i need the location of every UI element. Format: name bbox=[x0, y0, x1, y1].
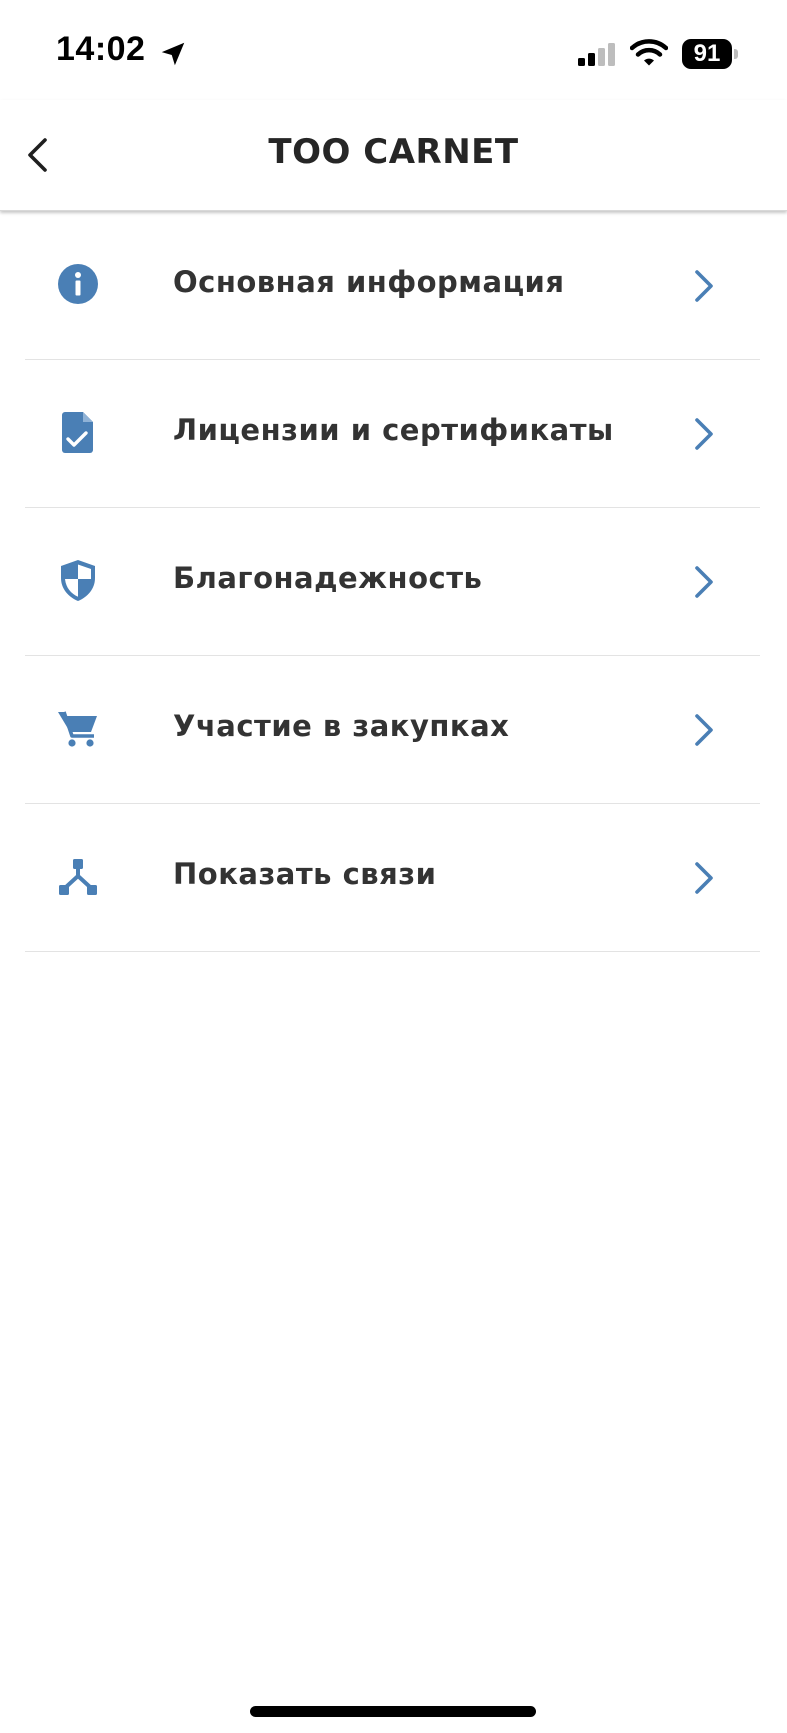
page-title: ТОО CARNET bbox=[268, 132, 519, 172]
shield-icon bbox=[61, 560, 95, 601]
menu-list: Основная информация Лицензии и сертифика… bbox=[0, 212, 787, 952]
home-indicator[interactable] bbox=[250, 1706, 536, 1717]
chevron-right-icon bbox=[695, 270, 713, 302]
chevron-right-icon bbox=[695, 418, 713, 450]
chevron-right-icon bbox=[695, 862, 713, 894]
menu-item-reliability[interactable]: Благонадежность bbox=[0, 508, 787, 656]
wifi-icon bbox=[630, 39, 668, 66]
menu-item-licenses[interactable]: Лицензии и сертификаты bbox=[0, 360, 787, 508]
menu-item-label: Показать связи bbox=[173, 857, 437, 891]
menu-item-label: Благонадежность bbox=[173, 561, 483, 595]
menu-item-procurement[interactable]: Участие в закупках bbox=[0, 656, 787, 804]
status-bar: 14:02 91 bbox=[0, 0, 787, 100]
cart-icon bbox=[58, 711, 97, 747]
chevron-right-icon bbox=[695, 714, 713, 746]
info-icon bbox=[58, 264, 98, 304]
navigation-bar: ТОО CARNET bbox=[0, 100, 787, 211]
menu-item-connections[interactable]: Показать связи bbox=[0, 804, 787, 952]
menu-item-label: Лицензии и сертификаты bbox=[173, 413, 614, 447]
menu-item-label: Основная информация bbox=[173, 265, 565, 299]
status-time: 14:02 bbox=[56, 30, 146, 68]
chevron-right-icon bbox=[695, 566, 713, 598]
battery-level: 91 bbox=[682, 39, 732, 69]
battery-icon: 91 bbox=[682, 39, 740, 69]
menu-item-basic-info[interactable]: Основная информация bbox=[0, 212, 787, 360]
connections-icon bbox=[59, 859, 97, 895]
cellular-signal-icon bbox=[578, 43, 615, 66]
document-check-icon bbox=[62, 412, 93, 453]
divider bbox=[25, 951, 760, 952]
location-arrow-icon bbox=[161, 42, 185, 66]
menu-item-label: Участие в закупках bbox=[173, 709, 510, 743]
